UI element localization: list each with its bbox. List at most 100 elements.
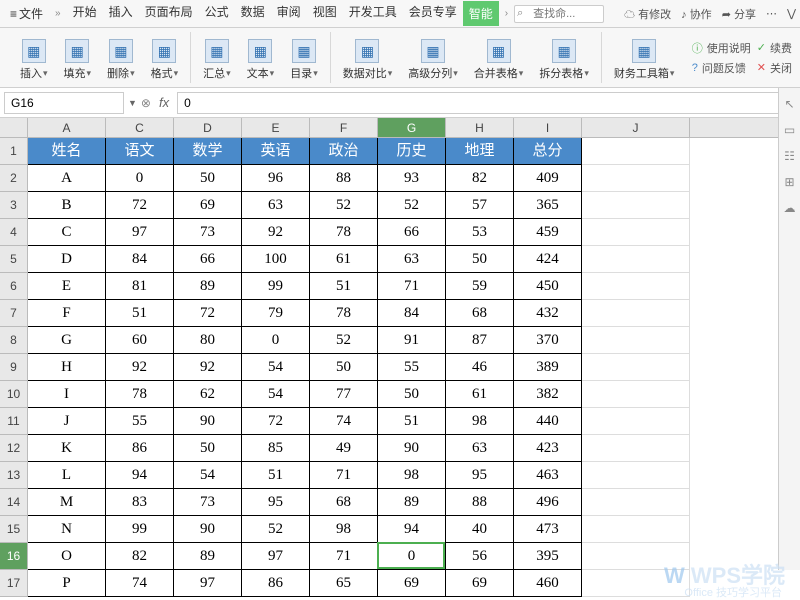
file-menu[interactable]: ≡文件 xyxy=(4,3,49,24)
cell[interactable]: 66 xyxy=(378,219,446,246)
cell[interactable]: 50 xyxy=(310,354,378,381)
table-header[interactable]: 姓名 xyxy=(28,138,106,165)
cell[interactable]: 71 xyxy=(378,273,446,300)
cell[interactable]: 66 xyxy=(174,246,242,273)
cell[interactable]: 51 xyxy=(310,273,378,300)
cell[interactable] xyxy=(582,192,690,219)
cell[interactable]: 81 xyxy=(106,273,174,300)
cell[interactable]: 46 xyxy=(446,354,514,381)
ribbon-汇总[interactable]: ▦汇总▾ xyxy=(199,37,235,83)
cell[interactable]: 80 xyxy=(174,327,242,354)
cell[interactable]: 88 xyxy=(446,489,514,516)
ribbon-目录[interactable]: ▦目录▾ xyxy=(286,37,322,83)
table-header[interactable]: 历史 xyxy=(378,138,446,165)
table-header[interactable]: 总分 xyxy=(514,138,582,165)
cell[interactable]: M xyxy=(28,489,106,516)
cell[interactable]: 85 xyxy=(242,435,310,462)
cell[interactable]: 72 xyxy=(174,300,242,327)
cell[interactable]: C xyxy=(28,219,106,246)
cell[interactable]: 63 xyxy=(378,246,446,273)
cell[interactable]: 55 xyxy=(106,408,174,435)
cell[interactable]: B xyxy=(28,192,106,219)
cell[interactable]: 82 xyxy=(446,165,514,192)
cell[interactable]: 440 xyxy=(514,408,582,435)
ribbon-文本[interactable]: ▦文本▾ xyxy=(243,37,279,83)
cell[interactable]: 93 xyxy=(378,165,446,192)
cell[interactable]: 52 xyxy=(378,192,446,219)
cell[interactable]: 50 xyxy=(378,381,446,408)
cancel-icon[interactable]: ⊗ xyxy=(141,96,151,110)
cell[interactable]: 55 xyxy=(378,354,446,381)
col-header-F[interactable]: F xyxy=(310,118,378,137)
chevron-icon[interactable]: › xyxy=(501,8,512,19)
cell[interactable]: K xyxy=(28,435,106,462)
cell[interactable]: 71 xyxy=(310,543,378,570)
cell[interactable] xyxy=(582,246,690,273)
cell[interactable]: 370 xyxy=(514,327,582,354)
cell[interactable]: 94 xyxy=(378,516,446,543)
cell[interactable] xyxy=(582,381,690,408)
cell[interactable]: 90 xyxy=(378,435,446,462)
ribbon-删除[interactable]: ▦删除▾ xyxy=(103,37,139,83)
cell[interactable]: 73 xyxy=(174,489,242,516)
cell[interactable]: 62 xyxy=(174,381,242,408)
row-header-12[interactable]: 12 xyxy=(0,435,28,462)
menu-tab-5[interactable]: 审阅 xyxy=(271,1,307,26)
table-header[interactable]: 地理 xyxy=(446,138,514,165)
cell[interactable]: 100 xyxy=(242,246,310,273)
ribbon-财务工具箱[interactable]: ▦财务工具箱▾ xyxy=(610,37,679,83)
cell[interactable]: L xyxy=(28,462,106,489)
row-header-5[interactable]: 5 xyxy=(0,246,28,273)
modified-status[interactable]: ☁ 有修改 xyxy=(624,6,671,22)
collapse-icon[interactable]: ⋁ xyxy=(787,7,796,20)
cell[interactable]: 60 xyxy=(106,327,174,354)
cell[interactable]: 78 xyxy=(310,300,378,327)
cell[interactable] xyxy=(582,327,690,354)
cell[interactable]: 94 xyxy=(106,462,174,489)
row-header-2[interactable]: 2 xyxy=(0,165,28,192)
cell[interactable]: G xyxy=(28,327,106,354)
table-header[interactable]: 数学 xyxy=(174,138,242,165)
cell[interactable]: 99 xyxy=(242,273,310,300)
cell[interactable]: H xyxy=(28,354,106,381)
cell[interactable]: 473 xyxy=(514,516,582,543)
row-header-6[interactable]: 6 xyxy=(0,273,28,300)
cell[interactable]: J xyxy=(28,408,106,435)
cell[interactable]: 54 xyxy=(242,381,310,408)
col-header-I[interactable]: I xyxy=(514,118,582,137)
cell[interactable]: 97 xyxy=(242,543,310,570)
menu-tab-4[interactable]: 数据 xyxy=(235,1,271,26)
cell[interactable]: 49 xyxy=(310,435,378,462)
cell[interactable]: 90 xyxy=(174,408,242,435)
row-header-3[interactable]: 3 xyxy=(0,192,28,219)
cell[interactable]: 92 xyxy=(174,354,242,381)
cell[interactable] xyxy=(582,408,690,435)
formula-input[interactable] xyxy=(177,92,796,114)
row-header-8[interactable]: 8 xyxy=(0,327,28,354)
cell[interactable]: 460 xyxy=(514,570,582,597)
cell[interactable]: 50 xyxy=(446,246,514,273)
cell[interactable] xyxy=(582,489,690,516)
cell[interactable]: F xyxy=(28,300,106,327)
backup-icon[interactable]: ☁ xyxy=(782,200,798,216)
cell[interactable]: 79 xyxy=(242,300,310,327)
cell[interactable]: 69 xyxy=(446,570,514,597)
cell[interactable]: 50 xyxy=(174,165,242,192)
cell[interactable]: 382 xyxy=(514,381,582,408)
cell[interactable]: 0 xyxy=(106,165,174,192)
row-header-14[interactable]: 14 xyxy=(0,489,28,516)
cell[interactable]: 424 xyxy=(514,246,582,273)
cell[interactable]: 74 xyxy=(106,570,174,597)
cell[interactable]: 86 xyxy=(242,570,310,597)
cell[interactable]: 89 xyxy=(378,489,446,516)
cell[interactable]: 52 xyxy=(310,327,378,354)
cell[interactable]: 0 xyxy=(242,327,310,354)
cell[interactable]: 52 xyxy=(310,192,378,219)
col-header-G[interactable]: G xyxy=(378,118,446,137)
cell[interactable]: 0 xyxy=(378,543,446,570)
cell[interactable] xyxy=(582,435,690,462)
cursor-icon[interactable]: ↖ xyxy=(782,96,798,112)
row-header-10[interactable]: 10 xyxy=(0,381,28,408)
cell[interactable]: 88 xyxy=(310,165,378,192)
cell[interactable]: 450 xyxy=(514,273,582,300)
